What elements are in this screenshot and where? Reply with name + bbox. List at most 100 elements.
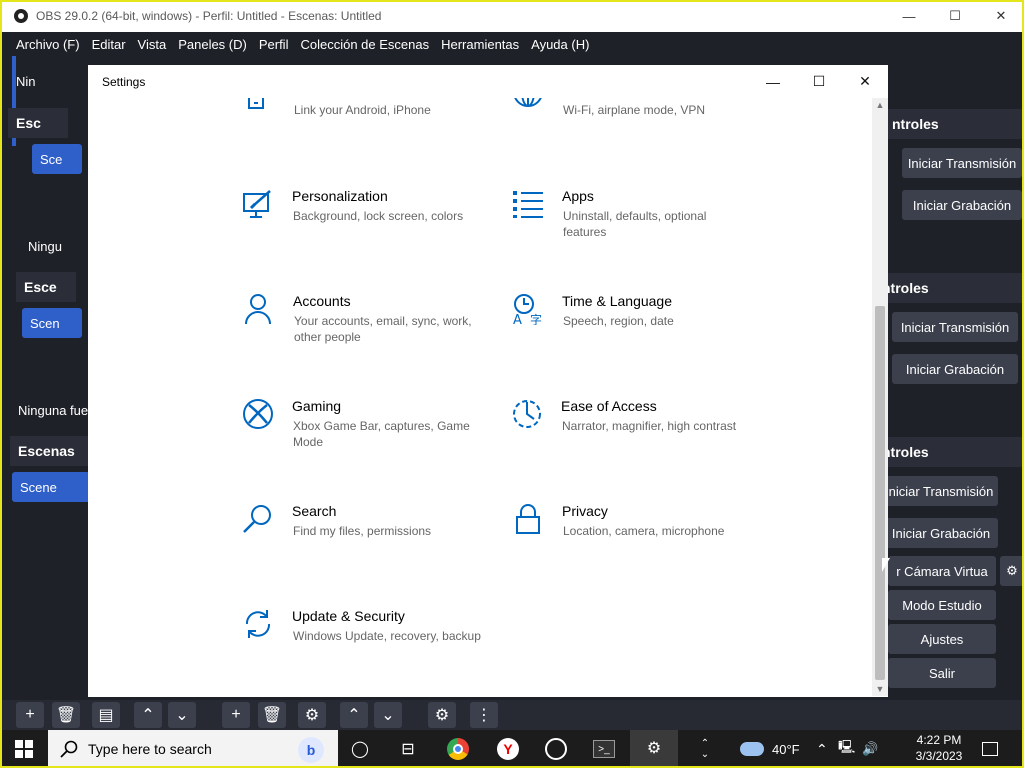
start-recording-button-1[interactable]: Iniciar Grabación — [902, 190, 1022, 220]
add-icon[interactable]: + — [16, 702, 44, 728]
trash-icon[interactable]: 🗑 — [52, 702, 80, 728]
menu-ayuda[interactable]: Ayuda (H) — [531, 37, 589, 52]
tile-apps-title: Apps — [562, 188, 594, 204]
tile-search[interactable]: Search Find my files, permissions — [242, 503, 492, 583]
obs-close-button[interactable]: ✕ — [978, 0, 1024, 32]
tile-personalization[interactable]: Personalization Background, lock screen,… — [242, 188, 492, 268]
tile-apps-desc: Uninstall, defaults, optional features — [563, 209, 707, 239]
taskbar-clock[interactable]: 4:22 PM 3/3/2023 — [904, 732, 974, 766]
taskbar-search-box[interactable]: Type here to search b — [48, 730, 338, 768]
settings-title-bar: Settings — ☐ ✕ — [88, 65, 888, 98]
tray-expand-chevron-icon[interactable]: ⌃ — [816, 730, 828, 768]
source-up-icon[interactable]: ⌃ — [340, 702, 368, 728]
widgets-icon[interactable]: ⊟ — [384, 730, 432, 768]
obs-title-bar: OBS 29.0.2 (64-bit, windows) - Perfil: U… — [0, 0, 1024, 32]
menu-herramientas[interactable]: Herramientas — [441, 37, 519, 52]
svg-text:A: A — [513, 313, 522, 325]
menu-editar[interactable]: Editar — [92, 37, 126, 52]
lock-icon — [512, 503, 544, 535]
start-recording-button-2[interactable]: Iniciar Grabación — [892, 354, 1018, 384]
obs-window-title: OBS 29.0.2 (64-bit, windows) - Perfil: U… — [36, 9, 382, 23]
tile-phone[interactable]: Link your Android, iPhone — [243, 98, 493, 168]
terminal-icon[interactable]: >_ — [580, 730, 628, 768]
settings-close-button[interactable]: ✕ — [842, 65, 888, 98]
scrollbar-thumb[interactable] — [875, 306, 885, 680]
add-source-icon[interactable]: + — [222, 702, 250, 728]
tile-search-desc: Find my files, permissions — [293, 524, 432, 538]
tile-phone-desc: Link your Android, iPhone — [294, 103, 431, 117]
mixer-gear-icon[interactable]: ⚙ — [428, 702, 456, 728]
obs-left-docks: Nin Esc Sce Ningu Esce Scen Ninguna fue … — [8, 56, 90, 696]
menu-coleccion-escenas[interactable]: Colección de Escenas — [300, 37, 429, 52]
move-up-icon[interactable]: ⌃ — [134, 702, 162, 728]
bing-icon[interactable]: b — [298, 737, 324, 763]
scroll-down-arrow-icon[interactable]: ▼ — [872, 682, 888, 696]
virtual-camera-button[interactable]: r Cámara Virtua — [888, 556, 996, 586]
source-gear-icon[interactable]: ⚙ — [298, 702, 326, 728]
tile-apps[interactable]: Apps Uninstall, defaults, optional featu… — [512, 188, 762, 268]
source-down-icon[interactable]: ⌄ — [374, 702, 402, 728]
person-icon — [243, 293, 275, 325]
start-streaming-button-3[interactable]: niciar Transmisión — [884, 476, 998, 506]
exit-button[interactable]: Salir — [888, 658, 996, 688]
obs-logo-icon — [14, 9, 28, 23]
settings-button[interactable]: Ajustes — [888, 624, 996, 654]
mouse-pointer-icon — [882, 558, 890, 572]
personalization-icon — [242, 188, 274, 220]
menu-paneles[interactable]: Paneles (D) — [178, 37, 247, 52]
tile-time-language-title: Time & Language — [562, 293, 672, 309]
tile-search-title: Search — [292, 503, 337, 519]
filter-icon[interactable]: ▤ — [92, 702, 120, 728]
tile-accounts[interactable]: Accounts Your accounts, email, sync, wor… — [243, 293, 493, 373]
more-options-icon[interactable]: ⋮ — [470, 702, 498, 728]
tile-update-security-desc: Windows Update, recovery, backup — [293, 629, 481, 643]
weather-cloud-icon[interactable] — [740, 730, 764, 768]
start-button[interactable] — [0, 730, 48, 768]
dock-scene-item-2[interactable]: Scen — [22, 308, 82, 338]
sync-icon — [242, 608, 274, 640]
tile-privacy[interactable]: Privacy Location, camera, microphone — [512, 503, 762, 583]
virtual-camera-settings-gear-icon[interactable]: ⚙ — [1000, 556, 1024, 586]
move-down-icon[interactable]: ⌄ — [168, 702, 196, 728]
controls-header-2: ntroles — [878, 273, 1024, 303]
yandex-browser-icon[interactable]: Y — [484, 730, 532, 768]
network-icon[interactable]: 🖳 — [838, 730, 855, 768]
tile-time-language[interactable]: A字 Time & Language Speech, region, date — [512, 293, 762, 373]
tray-overflow-chevron-icon[interactable]: ⌃ ⌄ — [698, 730, 712, 768]
dock-scene-item-3[interactable]: Scene — [12, 472, 90, 502]
menu-archivo[interactable]: Archivo (F) — [16, 37, 80, 52]
windows-logo-icon — [15, 740, 33, 758]
settings-content: Link your Android, iPhone Wi-Fi, airplan… — [88, 98, 872, 697]
start-recording-button-3[interactable]: Iniciar Grabación — [884, 518, 998, 548]
weather-temperature[interactable]: 40°F — [772, 730, 800, 768]
dock-scenes-header-3: Escenas — [10, 436, 90, 466]
chrome-icon[interactable] — [434, 730, 482, 768]
notifications-icon[interactable] — [982, 730, 1002, 768]
tile-ease-of-access[interactable]: Ease of Access Narrator, magnifier, high… — [511, 398, 761, 478]
start-streaming-button-2[interactable]: Iniciar Transmisión — [892, 312, 1018, 342]
obs-taskbar-icon[interactable] — [532, 730, 580, 768]
dock-scene-item[interactable]: Sce — [32, 144, 82, 174]
settings-minimize-button[interactable]: — — [750, 65, 796, 98]
tile-gaming[interactable]: Gaming Xbox Game Bar, captures, Game Mod… — [242, 398, 492, 478]
tile-update-security[interactable]: Update & Security Windows Update, recove… — [242, 608, 492, 688]
tile-accounts-title: Accounts — [293, 293, 351, 309]
scroll-up-arrow-icon[interactable]: ▲ — [872, 98, 888, 112]
menu-perfil[interactable]: Perfil — [259, 37, 289, 52]
studio-mode-button[interactable]: Modo Estudio — [888, 590, 996, 620]
settings-maximize-button[interactable]: ☐ — [796, 65, 842, 98]
dock-no-source-label: Nin — [16, 73, 36, 89]
settings-taskbar-gear-icon[interactable]: ⚙ — [630, 730, 678, 768]
obs-maximize-button[interactable]: ☐ — [932, 0, 978, 32]
remove-source-icon[interactable]: 🗑 — [258, 702, 286, 728]
menu-vista[interactable]: Vista — [138, 37, 167, 52]
start-streaming-button-1[interactable]: Iniciar Transmisión — [902, 148, 1022, 178]
dock-no-source-label-2: Ningu — [28, 238, 62, 254]
obs-minimize-button[interactable]: — — [886, 0, 932, 32]
tile-network[interactable]: Wi-Fi, airplane mode, VPN — [512, 98, 762, 168]
settings-scrollbar[interactable]: ▲ ▼ — [872, 98, 888, 696]
apps-list-icon — [512, 188, 544, 220]
volume-icon[interactable]: 🔊 — [862, 730, 878, 768]
tile-personalization-desc: Background, lock screen, colors — [293, 209, 464, 223]
task-view-circle-icon[interactable]: ◯ — [336, 730, 384, 768]
